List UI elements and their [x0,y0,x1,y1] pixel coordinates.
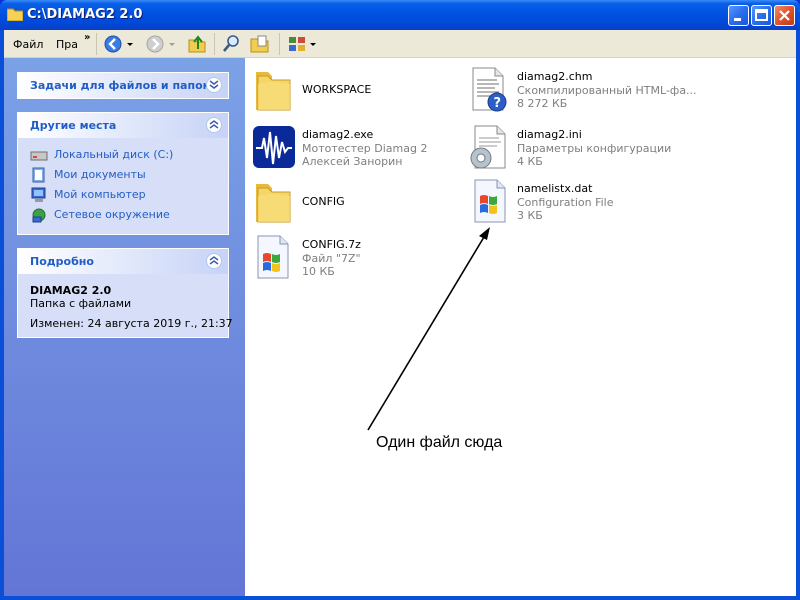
explorer-window: C:\DIAMAG2 2.0 Файл Пра » Задачи для фай… [0,0,800,600]
annotation-arrow [367,227,490,431]
annotation-text: Один файл сюда [376,434,503,451]
